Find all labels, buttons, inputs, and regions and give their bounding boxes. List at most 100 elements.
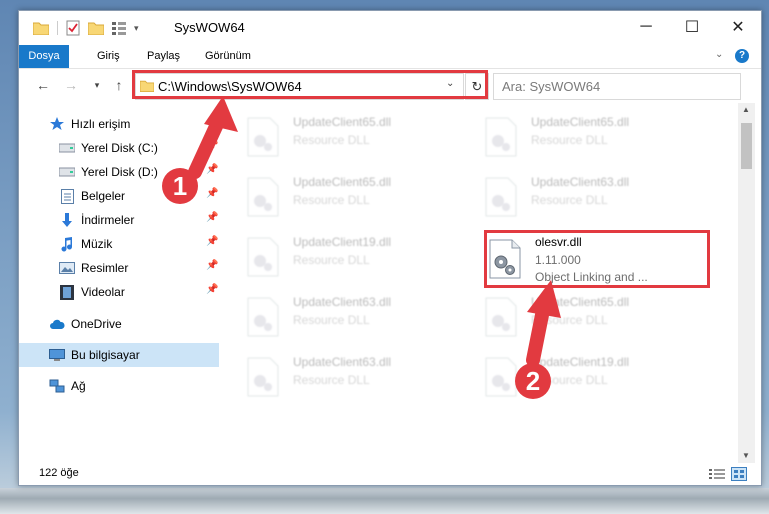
videos-icon <box>59 284 75 300</box>
file-name: UpdateClient63.dll <box>293 355 392 369</box>
music-icon <box>59 236 75 252</box>
file-description: Resource DLL <box>531 133 608 147</box>
tab-home[interactable]: Giriş <box>97 45 120 68</box>
nav-item-drive-c[interactable]: Yerel Disk (C:) <box>59 137 158 159</box>
pin-icon[interactable]: 📌 <box>206 284 218 295</box>
dll-file-icon <box>485 177 517 217</box>
file-tile[interactable]: UpdateClient19.dll Resource DLL <box>481 351 696 403</box>
drive-icon <box>59 164 75 180</box>
maximize-button[interactable]: ☐ <box>669 11 715 43</box>
file-description: Resource DLL <box>293 253 370 267</box>
nav-label: Videolar <box>81 285 125 299</box>
file-description: Resource DLL <box>531 313 608 327</box>
details-view-icon[interactable] <box>709 468 725 480</box>
nav-item-drive-d[interactable]: Yerel Disk (D:) <box>59 161 158 183</box>
file-tile[interactable]: UpdateClient65.dll Resource DLL <box>243 111 458 163</box>
tab-view[interactable]: Görünüm <box>205 45 251 68</box>
drive-icon <box>59 140 75 156</box>
computer-icon <box>49 347 65 363</box>
vertical-scrollbar[interactable]: ▲ ▼ <box>738 103 755 463</box>
file-name: UpdateClient65.dll <box>293 175 392 189</box>
view-options-icon[interactable] <box>112 21 130 35</box>
file-description: Resource DLL <box>293 193 370 207</box>
status-bar: 122 öğe <box>19 463 761 485</box>
dll-file-icon <box>247 117 279 157</box>
pin-icon[interactable]: 📌 <box>206 236 218 247</box>
file-name: UpdateClient65.dll <box>293 115 392 129</box>
star-icon <box>49 116 65 132</box>
scroll-thumb[interactable] <box>741 123 752 169</box>
nav-label: İndirmeler <box>81 213 135 227</box>
back-arrow-icon[interactable]: ← <box>33 75 53 95</box>
pin-icon[interactable]: 📌 <box>206 260 218 271</box>
new-folder-icon[interactable] <box>88 21 104 35</box>
item-count: 122 öğe <box>39 467 79 479</box>
file-tile[interactable]: UpdateClient65.dll Resource DLL <box>481 111 696 163</box>
recent-locations-icon[interactable]: ▾ <box>87 75 107 95</box>
dll-file-icon <box>247 177 279 217</box>
nav-item-music[interactable]: Müzik <box>59 233 112 255</box>
minimize-button[interactable]: ─ <box>623 11 669 43</box>
cloud-icon <box>49 316 65 332</box>
expand-ribbon-icon[interactable]: ⌄ <box>715 49 723 60</box>
tab-file[interactable]: Dosya <box>19 45 69 68</box>
file-description: Resource DLL <box>293 313 370 327</box>
window-title: SysWOW64 <box>174 20 245 35</box>
nav-network[interactable]: Ağ <box>49 375 86 397</box>
nav-label: Resimler <box>81 261 129 275</box>
dll-file-icon <box>247 357 279 397</box>
up-arrow-icon[interactable]: ↑ <box>109 75 129 95</box>
pin-icon[interactable]: 📌 <box>206 212 218 223</box>
properties-icon[interactable] <box>66 20 80 36</box>
explorer-window: ▾ SysWOW64 ─ ☐ ✕ Dosya Giriş Paylaş Görü… <box>18 10 762 486</box>
address-highlight-box <box>132 70 488 99</box>
tiles-view-icon[interactable] <box>731 467 747 481</box>
nav-onedrive[interactable]: OneDrive <box>49 313 122 335</box>
file-tile[interactable]: UpdateClient19.dll Resource DLL <box>243 231 458 283</box>
nav-item-downloads[interactable]: İndirmeler <box>59 209 134 231</box>
desktop-foreground <box>0 488 769 514</box>
pin-icon[interactable]: 📌 <box>206 164 218 175</box>
file-name: UpdateClient65.dll <box>531 295 630 309</box>
file-description: Resource DLL <box>531 193 608 207</box>
file-tile[interactable]: UpdateClient65.dll Resource DLL <box>481 291 696 343</box>
navigation-pane: Hızlı erişim Yerel Disk (C:) 📌 Yerel Dis… <box>19 103 219 463</box>
forward-arrow-icon[interactable]: → <box>61 75 81 95</box>
scroll-up-icon[interactable]: ▲ <box>742 105 750 114</box>
search-box[interactable]: Ara: SysWOW64 <box>493 73 741 100</box>
quick-access-toolbar: ▾ <box>33 19 139 37</box>
dll-file-icon <box>485 117 517 157</box>
search-placeholder[interactable]: Ara: SysWOW64 <box>502 79 600 94</box>
help-icon[interactable]: ? <box>735 49 749 63</box>
dll-file-icon <box>485 297 517 337</box>
step-1-badge: 1 <box>162 168 198 204</box>
tab-share[interactable]: Paylaş <box>147 45 180 68</box>
scroll-down-icon[interactable]: ▼ <box>742 451 750 460</box>
close-button[interactable]: ✕ <box>715 11 761 43</box>
file-tile[interactable]: UpdateClient65.dll Resource DLL <box>243 171 458 223</box>
title-bar: ▾ SysWOW64 ─ ☐ ✕ <box>19 11 761 45</box>
file-tile[interactable]: UpdateClient63.dll Resource DLL <box>243 291 458 343</box>
folder-icon <box>33 22 49 35</box>
nav-quick-access[interactable]: Hızlı erişim <box>49 113 130 135</box>
nav-this-pc[interactable]: Bu bilgisayar <box>49 344 140 366</box>
nav-label: Bu bilgisayar <box>71 348 140 362</box>
pin-icon[interactable]: 📌 <box>206 188 218 199</box>
nav-item-documents[interactable]: Belgeler <box>59 185 125 207</box>
nav-item-pictures[interactable]: Resimler <box>59 257 128 279</box>
file-name: UpdateClient63.dll <box>531 175 630 189</box>
file-tile[interactable]: UpdateClient63.dll Resource DLL <box>243 351 458 403</box>
file-tile[interactable]: UpdateClient63.dll Resource DLL <box>481 171 696 223</box>
customize-toolbar-icon[interactable]: ▾ <box>134 23 139 34</box>
nav-label: Yerel Disk (D:) <box>81 165 158 179</box>
file-highlight-box <box>484 230 710 288</box>
pin-icon[interactable]: 📌 <box>206 140 218 151</box>
nav-label: OneDrive <box>71 317 122 331</box>
navigation-bar: ← → ▾ ↑ C:\Windows\SysWOW64 ⌄ ↻ Ara: Sys… <box>19 69 761 102</box>
ribbon-tabs: Dosya Giriş Paylaş Görünüm ⌄ ? <box>19 45 761 69</box>
pictures-icon <box>59 260 75 276</box>
network-icon <box>49 378 65 394</box>
nav-label: Belgeler <box>81 189 126 203</box>
dll-file-icon <box>247 297 279 337</box>
nav-item-videos[interactable]: Videolar <box>59 281 125 303</box>
